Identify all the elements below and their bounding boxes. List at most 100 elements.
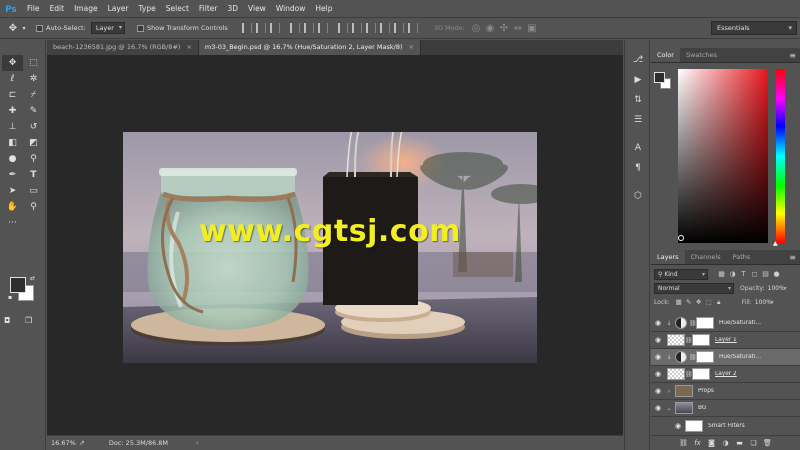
document-canvas-image[interactable]: www.cgtsj.com xyxy=(123,132,537,363)
menu-select[interactable]: Select xyxy=(161,0,194,17)
3d-pan-icon[interactable]: ✣ xyxy=(497,21,511,35)
layer-row[interactable]: ◉ Smart Filters xyxy=(651,417,800,434)
lock-artboard-icon[interactable]: ⬚ xyxy=(704,298,714,307)
magic-wand-tool-icon[interactable]: ✲ xyxy=(23,71,44,87)
chain-link-icon[interactable]: ⛓ xyxy=(689,354,697,361)
tab-layers[interactable]: Layers xyxy=(651,250,685,264)
eraser-tool-icon[interactable]: ◧ xyxy=(2,135,23,151)
menu-type[interactable]: Type xyxy=(134,0,161,17)
layer-name[interactable]: Hue/Saturati... xyxy=(719,320,761,326)
layer-name[interactable]: Props xyxy=(698,388,714,394)
align-top-icon[interactable] xyxy=(241,23,252,33)
canvas-workspace[interactable]: www.cgtsj.com xyxy=(47,55,623,435)
chain-link-icon[interactable]: ⛓ xyxy=(689,320,697,327)
layer-name[interactable]: Smart Filters xyxy=(708,423,745,429)
align-vcenter-icon[interactable] xyxy=(255,23,266,33)
path-selection-tool-icon[interactable]: ➤ xyxy=(2,183,23,199)
color-picker-field[interactable] xyxy=(678,69,768,243)
3d-slide-icon[interactable]: ⇔ xyxy=(511,21,525,35)
distribute-top-icon[interactable] xyxy=(337,23,348,33)
lock-position-icon[interactable]: ✥ xyxy=(694,298,704,307)
menu-window[interactable]: Window xyxy=(271,0,311,17)
status-menu-arrow[interactable]: › xyxy=(196,439,199,447)
layer-mask-thumbnail[interactable] xyxy=(692,368,710,380)
align-hcenter-icon[interactable] xyxy=(303,23,314,33)
export-icon[interactable]: ⇗ xyxy=(79,439,85,447)
zoom-tool-icon[interactable]: ⚲ xyxy=(23,199,44,215)
layer-row[interactable]: ◉ ⛓ Layer 1 xyxy=(651,332,800,349)
tab-channels[interactable]: Channels xyxy=(685,250,727,264)
layer-name[interactable]: Layer 2 xyxy=(715,371,737,377)
blend-mode-dropdown[interactable]: Normal xyxy=(654,282,734,294)
align-right-icon[interactable] xyxy=(317,23,328,33)
eye-icon[interactable]: ◉ xyxy=(651,319,665,327)
tab-beach-jpg[interactable]: beach-1236581.jpg @ 16.7% (RGB/8#) × xyxy=(47,40,199,55)
fx-icon[interactable]: fx xyxy=(691,439,705,447)
dodge-tool-icon[interactable]: ⚲ xyxy=(23,151,44,167)
layer-row[interactable]: ◉ ⌄ BG xyxy=(651,400,800,417)
chain-link-icon[interactable]: ⛓ xyxy=(685,337,693,344)
filter-toggle-icon[interactable]: ● xyxy=(771,270,782,278)
blur-tool-icon[interactable]: ● xyxy=(2,151,23,167)
chevron-down-icon[interactable]: ▾ xyxy=(771,299,774,306)
chevron-down-icon[interactable]: ▾ xyxy=(20,21,28,35)
paragraph-panel-icon[interactable]: ¶ xyxy=(625,158,651,178)
distribute-hcenter-icon[interactable] xyxy=(393,23,404,33)
3d-roll-icon[interactable]: ◉ xyxy=(483,21,497,35)
tab-m3-03-begin-psd[interactable]: m3-03_Begin.psd @ 16.7% (Hue/Saturation … xyxy=(198,40,421,55)
auto-select-dropdown[interactable]: Layer xyxy=(90,22,125,34)
layer-filter-kind-dropdown[interactable]: ⚲ Kind xyxy=(654,268,708,280)
auto-select-checkbox[interactable] xyxy=(36,24,43,32)
folder-expand-icon[interactable]: › xyxy=(665,388,673,395)
layer-row[interactable]: ◉ ⛓ Layer 2 xyxy=(651,366,800,383)
close-icon[interactable]: × xyxy=(186,43,191,51)
layer-name[interactable]: Layer 1 xyxy=(715,337,737,343)
actions-panel-icon[interactable]: ▶ xyxy=(625,70,651,90)
clone-stamp-tool-icon[interactable]: ⊥ xyxy=(2,119,23,135)
distribute-right-icon[interactable] xyxy=(407,23,418,33)
filter-pixel-icon[interactable]: ▦ xyxy=(716,270,727,278)
properties-panel-icon[interactable]: ☰ xyxy=(625,110,651,130)
3d-panel-icon[interactable]: ⬡ xyxy=(625,186,651,206)
menu-edit[interactable]: Edit xyxy=(45,0,70,17)
hue-slider-marker[interactable]: ▲ xyxy=(773,240,778,247)
layer-row[interactable]: ◉ ↓ ⛓ Hue/Saturati... xyxy=(651,315,800,332)
hand-tool-icon[interactable]: ✋ xyxy=(2,199,23,215)
menu-image[interactable]: Image xyxy=(69,0,103,17)
swap-colors-icon[interactable]: ⇄ xyxy=(30,275,35,282)
marquee-tool-icon[interactable]: ⬚ xyxy=(23,55,44,71)
layer-mask-thumbnail[interactable] xyxy=(692,334,710,346)
crop-tool-icon[interactable]: ⊏ xyxy=(2,87,23,103)
lock-transparency-icon[interactable]: ▦ xyxy=(674,298,684,307)
layer-name[interactable]: Hue/Saturati... xyxy=(719,354,761,360)
hue-slider[interactable] xyxy=(776,69,785,243)
menu-filter[interactable]: Filter xyxy=(194,0,223,17)
new-adjustment-icon[interactable]: ◑ xyxy=(719,439,733,447)
layer-name[interactable]: BG xyxy=(698,405,706,411)
new-group-icon[interactable]: ▬ xyxy=(733,439,747,447)
move-tool-icon[interactable]: ✥ xyxy=(6,21,20,35)
menu-file[interactable]: File xyxy=(22,0,45,17)
eye-icon[interactable]: ◉ xyxy=(651,370,665,378)
chevron-down-icon[interactable]: ▾ xyxy=(784,285,787,292)
eye-icon[interactable]: ◉ xyxy=(651,404,665,412)
move-tool-icon[interactable]: ✥ xyxy=(2,55,23,71)
3d-orbit-icon[interactable]: ◎ xyxy=(469,21,483,35)
layer-mask-thumbnail[interactable] xyxy=(696,317,714,329)
delete-layer-icon[interactable]: 🗑︎ xyxy=(761,439,775,447)
menu-view[interactable]: View xyxy=(243,0,271,17)
adjustments-panel-icon[interactable]: ⇅ xyxy=(625,90,651,110)
filter-smart-object-icon[interactable]: ▤ xyxy=(760,270,771,278)
rectangle-tool-icon[interactable]: ▭ xyxy=(23,183,44,199)
foreground-color-swatch[interactable] xyxy=(10,277,26,293)
eye-icon[interactable]: ◉ xyxy=(651,387,665,395)
layer-row-selected[interactable]: ◉ ↓ ⛓ Hue/Saturati... xyxy=(651,349,800,366)
3d-scale-icon[interactable]: ▣ xyxy=(525,21,539,35)
lasso-tool-icon[interactable]: ℓ xyxy=(2,71,23,87)
layer-mask-thumbnail[interactable] xyxy=(696,351,714,363)
filter-mask-thumbnail[interactable] xyxy=(685,419,703,432)
menu-3d[interactable]: 3D xyxy=(222,0,243,17)
eye-icon[interactable]: ◉ xyxy=(651,336,665,344)
tab-swatches[interactable]: Swatches xyxy=(680,48,723,62)
pen-tool-icon[interactable]: ✒ xyxy=(2,167,23,183)
